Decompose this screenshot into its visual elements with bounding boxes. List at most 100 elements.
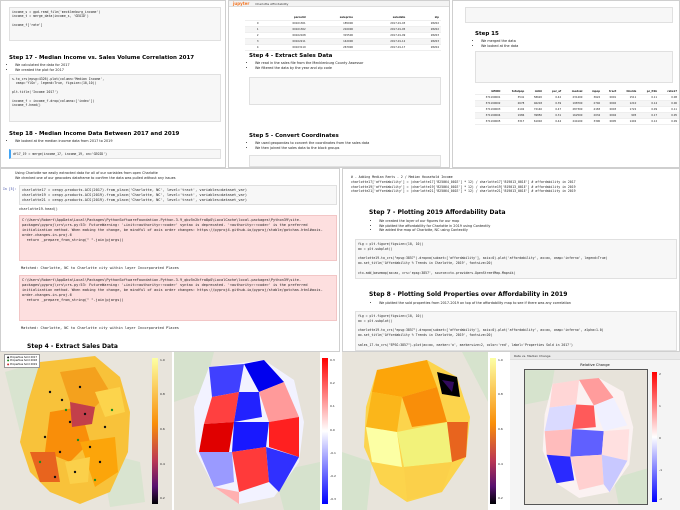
colorbar-tick: -0.3 [330,497,336,501]
colorbar-tick: -0.1 [330,451,336,455]
table-cell: 371190005 [475,118,503,125]
colorbar-tick: 2 [659,372,661,376]
table-cell: 61002 [526,118,545,125]
code-cell[interactable]: charlotte19.head() [19,207,58,211]
colorbar-tick: 1.0 [498,358,503,362]
step4-heading: Step 4 - Extract Sales Data [249,53,333,59]
colorbar-tick: 1 [659,404,661,408]
figure-title-text: Rate vs. Median Change [514,353,551,358]
table-cell: 1402 [618,118,639,125]
matched-output: Matched: Charlotte, NC to Charlotte city… [21,326,179,330]
map-title: Relative Change [580,363,610,367]
table-cell: 0.09 [659,118,679,125]
table-cell: 0.44 [544,118,564,125]
table-cell: 4 [245,44,261,51]
colorbar-tick: 0.8 [498,392,503,396]
colorbar-tick: -0.2 [330,474,336,478]
map-canvas [524,369,648,505]
table-cell: 00103119 [260,44,308,51]
code-cell[interactable] [249,77,441,105]
code-cell[interactable]: charlotte17 = cenpy.products.ACS(2017).f… [19,185,337,205]
code-cell[interactable] [465,7,673,23]
bullet-item: We read in the sales file from the Meckl… [255,61,363,66]
step15-bullets: We merged the data We looked at the data [475,39,518,48]
colorbar-tick: 0.2 [498,496,503,500]
jupyter-header: jupyter Charlotte Affordability [229,1,449,7]
bullet-item: We looked at the median income data from… [15,139,112,144]
table-cell: 0.12 [638,118,660,125]
map-affordability-points: ● Properties Sold 2017 ● Properties Sold… [0,352,172,510]
map-affordability-2019: 1.0 0.8 0.6 0.4 0.2 [342,352,508,510]
warning-output: C:\Users\Robert\AppData\Local\Packages\P… [19,215,337,261]
step5-bullets: We used geopandas to convert the coordin… [249,141,369,150]
code-cell[interactable]: s.to_crs(epsg=4326).plot(column='Median … [9,74,221,122]
code-cell[interactable] [475,51,673,83]
table-cell: 3317 [502,118,527,125]
table-cell: 3390 [584,118,603,125]
code-cell[interactable]: df17_19 = merge(income_17, income_19, on… [9,149,221,159]
notebook-pane-sales: jupyter Charlotte Affordability parcelid… [228,0,450,168]
step18-heading: Step 18 - Median Income Data Between 201… [9,131,180,137]
table-cell: 267900 [307,44,356,51]
step17-bullets: We calculated the data for 2017 We creat… [9,63,70,72]
notebook-name[interactable]: Charlotte Affordability [255,2,288,6]
colorbar-tick: 0.2 [330,381,335,385]
code-cell[interactable]: fig = plt.figure(figsize=(10, 10)) ax = … [355,239,677,279]
map-canvas [342,352,488,510]
bullet-item: We used geopandas to convert the coordin… [255,141,369,146]
notebook-pane-census-pull: Using Charlotte we easily extracted data… [0,168,340,352]
sales-table: parcelid saleprice saledate zip 0 0010130… [245,15,441,51]
colorbar-tick: -1 [659,468,662,472]
code-cell[interactable]: fig = plt.figure(figsize=(10, 10)) ax = … [355,311,677,351]
table-row: 4 00103119 267900 2017-01-17 28204 [245,44,441,51]
step17-heading: Step 17 - Median Income vs. Sales Volume… [9,55,195,61]
colorbar [490,358,496,504]
bullet-item: We then joined the sales data to the blo… [255,146,369,151]
step7-heading: Step 7 - Plotting 2019 Affordability Dat… [369,209,506,216]
colorbar-tick: 0.0 [330,428,335,432]
notebook-pane-median-income: income_s = gpd.read_file('mecklenburg_in… [0,0,226,168]
jupyter-logo: jupyter [233,1,250,6]
colorbar-tick: 0.4 [498,462,503,466]
table-cell: 0005 [602,118,619,125]
legend-item: ● Properties Sold 2019 [7,362,38,366]
notebook-pane-merged-table: Step 15 We merged the data We looked at … [452,0,680,168]
colorbar-tick: 0.6 [498,427,503,431]
bullet-item: We plotted the sold properties from 2017… [379,301,571,306]
step15-heading: Step 15 [475,31,499,37]
step8-bullets: We plotted the sold properties from 2017… [373,301,571,306]
bullet-item: We calculated the data for 2017 [15,63,70,68]
table-cell: 244100 [563,118,585,125]
map-relative-change: Rate vs. Median Change Relative Change 2… [510,352,680,510]
intro-bullet-1: Using Charlotte we easily extracted data… [15,171,158,175]
legend-label: Properties Sold 2019 [10,362,38,366]
bullet-item: We created the plot for 2017 [15,68,70,73]
step5-heading: Step 5 - Convert Coordinates [249,133,339,139]
map-change-bwr: 0.3 0.2 0.1 0.0 -0.1 -0.2 -0.3 [174,352,340,510]
bullet-item: We looked at the data [481,44,518,49]
code-cell[interactable]: # - Adding Median Rents - 2 / Median Hou… [351,175,677,203]
colorbar-tick: 0.1 [330,404,335,408]
colorbar [652,372,657,502]
bullet-item: We filtered the data by the year and zip… [255,66,363,71]
step18-bullets: We looked at the median income data from… [9,139,112,144]
code-cell[interactable] [249,155,441,167]
notebook-pane-affordability: # - Adding Median Rents - 2 / Median Hou… [342,168,680,352]
colorbar-tick: 0.3 [330,358,335,362]
figure-window-header: Rate vs. Median Change [510,352,680,360]
colorbar-tick: 1.0 [160,358,165,362]
step4-heading: Step 4 - Extract Sales Data [27,343,118,350]
bullet-item: We added the map of Charlotte, NC using … [379,228,490,233]
bullet-item: We merged the data [481,39,518,44]
code-cell[interactable]: income_s = gpd.read_file('mecklenburg_in… [9,7,221,41]
colorbar-tick: 0.8 [160,392,165,396]
colorbar-tick: -2 [659,497,662,501]
colorbar-tick: 0.6 [160,427,165,431]
cell-prompt: In [5]: [3,187,17,191]
map-canvas [174,352,320,510]
colorbar [152,358,158,504]
matched-output: Matched: Charlotte, NC to Charlotte city… [21,266,179,270]
table-cell: 2017-01-17 [355,44,408,51]
colorbar-tick: 0.4 [160,462,165,466]
table-cell: 28204 [407,44,441,51]
